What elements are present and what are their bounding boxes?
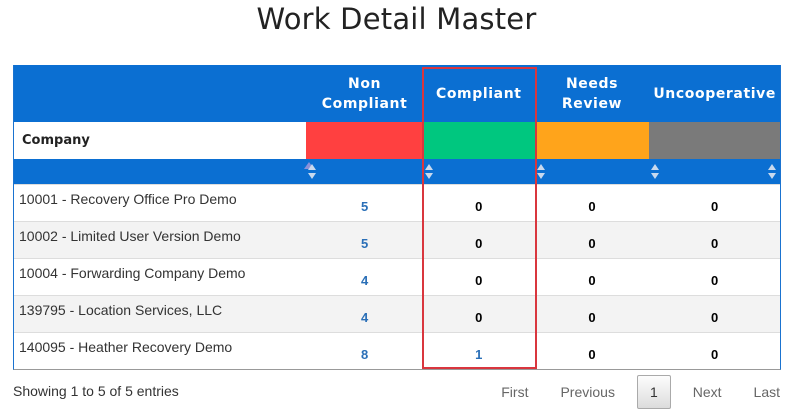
uncooperative-count: 0 <box>711 272 719 288</box>
table-row: 140095 - Heather Recovery Demo 8 1 0 0 <box>14 332 780 369</box>
compliant-count: 0 <box>475 198 483 214</box>
table-row: 10001 - Recovery Office Pro Demo 5 0 0 0 <box>14 184 780 221</box>
pagination-previous[interactable]: Previous <box>544 375 630 409</box>
sort-uncooperative[interactable] <box>649 159 780 184</box>
sort-both-icon <box>767 164 776 179</box>
needs-review-count: 0 <box>588 346 596 362</box>
header-non-compliant-line1: Non <box>348 75 382 92</box>
compliant-color-swatch <box>422 122 535 159</box>
header-needs-review-line1: Needs <box>565 75 618 92</box>
needs-review-count: 0 <box>588 198 596 214</box>
header-uncooperative-label: Uncooperative <box>653 85 776 102</box>
non-compliant-count-link[interactable]: 8 <box>306 333 423 369</box>
pagination-next[interactable]: Next <box>677 375 738 409</box>
company-cell: 140095 - Heather Recovery Demo <box>19 339 233 355</box>
compliant-count-link[interactable]: 1 <box>423 333 535 369</box>
sort-both-icon <box>308 164 317 179</box>
sort-both-icon <box>424 164 433 179</box>
compliant-count: 0 <box>475 272 483 288</box>
company-cell: 10004 - Forwarding Company Demo <box>19 265 246 281</box>
table-header-row: Non Compliant Compliant Needs Review Uncoo… <box>14 65 780 122</box>
compliant-count: 0 <box>475 309 483 325</box>
header-compliant[interactable]: Compliant <box>423 65 535 122</box>
sort-needs-review[interactable] <box>535 159 650 184</box>
sort-company[interactable] <box>14 159 315 184</box>
uncooperative-count: 0 <box>711 346 719 362</box>
pagination: First Previous 1 Next Last <box>485 375 780 409</box>
company-column-label: Company <box>22 133 90 148</box>
table-row: 10002 - Limited User Version Demo 5 0 0 … <box>14 221 780 258</box>
header-non-compliant[interactable]: Non Compliant <box>306 65 423 122</box>
sort-compliant[interactable] <box>423 159 535 184</box>
table-info: Showing 1 to 5 of 5 entries <box>13 383 179 399</box>
header-uncooperative[interactable]: Uncooperative <box>649 65 780 122</box>
non-compliant-count-link[interactable]: 5 <box>306 222 423 258</box>
sort-row <box>14 159 780 184</box>
pagination-current-page[interactable]: 1 <box>636 375 671 409</box>
non-compliant-count-link[interactable]: 4 <box>306 296 423 332</box>
uncooperative-color-swatch <box>649 122 780 159</box>
company-cell: 10002 - Limited User Version Demo <box>19 228 241 244</box>
header-needs-review[interactable]: Needs Review <box>535 65 650 122</box>
needs-review-color-swatch <box>534 122 650 159</box>
non-compliant-color-swatch <box>306 122 423 159</box>
uncooperative-count: 0 <box>711 309 719 325</box>
company-cell: 139795 - Location Services, LLC <box>19 302 223 318</box>
pagination-first[interactable]: First <box>485 375 544 409</box>
header-company-blank <box>14 65 306 122</box>
needs-review-count: 0 <box>588 272 596 288</box>
pagination-last[interactable]: Last <box>738 375 780 409</box>
table-row: 10004 - Forwarding Company Demo 4 0 0 0 <box>14 258 780 295</box>
uncooperative-count: 0 <box>711 235 719 251</box>
work-detail-table: Non Compliant Compliant Needs Review Uncoo… <box>13 65 781 370</box>
needs-review-count: 0 <box>588 235 596 251</box>
sort-both-icon <box>651 164 660 179</box>
header-needs-review-line2: Review <box>561 95 623 112</box>
sort-both-icon <box>536 164 545 179</box>
non-compliant-count-link[interactable]: 5 <box>306 185 423 221</box>
sort-non-compliant[interactable] <box>306 159 423 184</box>
non-compliant-count-link[interactable]: 4 <box>306 259 423 295</box>
header-compliant-label: Compliant <box>435 85 522 102</box>
needs-review-count: 0 <box>588 309 596 325</box>
uncooperative-count: 0 <box>711 198 719 214</box>
header-non-compliant-line2: Compliant <box>321 95 408 112</box>
table-body: 10001 - Recovery Office Pro Demo 5 0 0 0… <box>14 184 780 369</box>
company-cell: 10001 - Recovery Office Pro Demo <box>19 191 237 207</box>
table-row: 139795 - Location Services, LLC 4 0 0 0 <box>14 295 780 332</box>
compliant-count: 0 <box>475 235 483 251</box>
page-title: Work Detail Master <box>256 2 537 36</box>
color-legend-row: Company <box>14 122 780 159</box>
